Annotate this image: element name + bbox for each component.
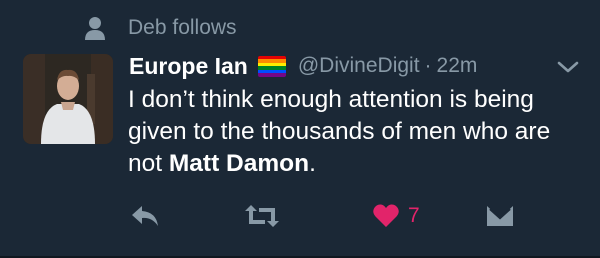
- like-count: 7: [408, 204, 420, 227]
- direct-message-button[interactable]: [484, 198, 516, 234]
- action-bar: 7: [0, 198, 600, 234]
- retweet-button[interactable]: [243, 198, 281, 234]
- display-name[interactable]: Europe Ian: [129, 53, 248, 80]
- reply-button[interactable]: [128, 198, 162, 234]
- tweet-card[interactable]: Deb follows Europe Ian @DivineDigit · 22…: [0, 0, 600, 258]
- social-context-text: Deb follows: [128, 16, 237, 39]
- person-icon: [85, 17, 105, 40]
- tweet-text: I don’t think enough attention is being …: [128, 84, 568, 180]
- timestamp[interactable]: 22m: [437, 54, 478, 78]
- like-button[interactable]: 7: [372, 198, 420, 234]
- tweet-text-bold: Matt Damon: [168, 150, 310, 177]
- reply-icon: [132, 206, 158, 226]
- avatar[interactable]: [23, 54, 113, 144]
- envelope-icon: [487, 206, 513, 226]
- separator-dot: ·: [424, 54, 432, 77]
- heart-icon: [373, 204, 399, 227]
- retweet-icon: [245, 205, 279, 227]
- tweet-header: Europe Ian @DivineDigit · 22m: [129, 50, 477, 82]
- social-context: Deb follows: [84, 12, 237, 44]
- user-handle[interactable]: @DivineDigit: [298, 54, 420, 78]
- chevron-down-icon[interactable]: [556, 58, 580, 76]
- tweet-text-suffix: .: [309, 150, 316, 177]
- avatar-photo: [23, 54, 113, 144]
- rainbow-flag-icon: [257, 55, 286, 77]
